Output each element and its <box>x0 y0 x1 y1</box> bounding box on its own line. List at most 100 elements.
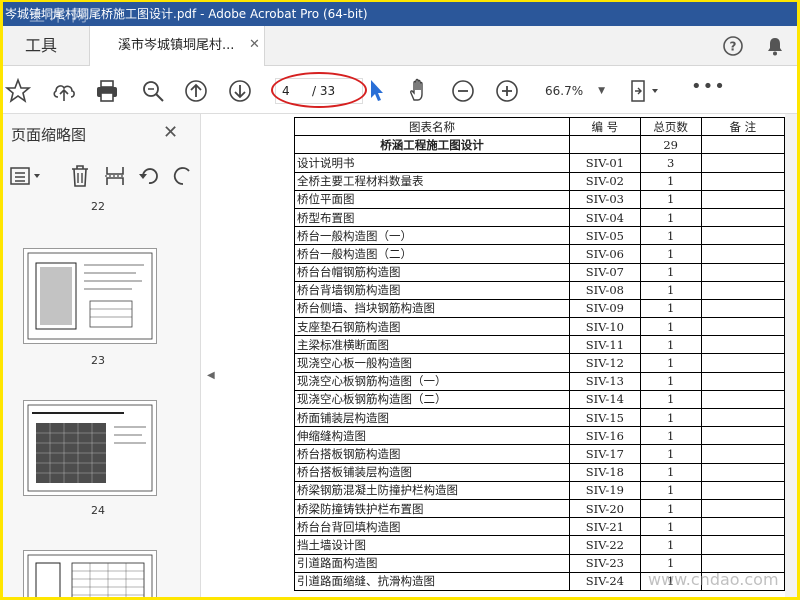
drawing-notes <box>700 280 785 300</box>
trash-icon[interactable] <box>69 164 91 188</box>
drawing-name: 桥面铺装层构造图 <box>293 407 571 428</box>
table-row: 桥梁钢筋混凝土防撞护栏构造图 SIV-19 1 <box>293 480 785 500</box>
collapse-panel-icon[interactable]: ◀ <box>207 370 215 381</box>
drawing-code: SIV-11 <box>569 335 641 355</box>
drawing-notes <box>700 153 785 173</box>
drawing-name: 引道路面构造图 <box>293 553 571 573</box>
zoom-search-icon[interactable] <box>140 78 166 104</box>
drawing-pages: 3 <box>639 153 702 173</box>
site-watermark: www.cndao.com <box>648 570 779 589</box>
table-row: 桥型布置图 SIV-04 1 <box>293 207 785 228</box>
page-up-icon[interactable] <box>183 78 209 104</box>
tab-tools[interactable]: 工具 <box>3 26 89 66</box>
drawing-pages: 1 <box>639 517 702 537</box>
drawing-pages: 1 <box>639 207 702 228</box>
select-cursor-icon[interactable] <box>369 78 385 102</box>
drawing-name: 桥台搭板钢筋构造图 <box>293 444 571 464</box>
drawing-name: 现浇空心板钢筋构造图（二） <box>293 389 571 410</box>
zoom-dropdown[interactable]: 66.7% ▼ <box>539 80 611 102</box>
drawing-pages: 1 <box>639 298 702 319</box>
drawing-notes <box>700 207 785 228</box>
header-notes: 备 注 <box>700 116 785 137</box>
close-icon[interactable]: ✕ <box>163 122 178 143</box>
drawing-code: SIV-14 <box>569 389 641 410</box>
drawing-notes <box>700 189 785 209</box>
drawing-name: 设计说明书 <box>293 153 571 173</box>
page-down-icon[interactable] <box>227 78 253 104</box>
toolbar: 4 / 33 66.7% ▼ ••• <box>3 66 797 114</box>
table-row: 现浇空心板钢筋构造图（二） SIV-14 1 <box>293 389 785 410</box>
print-icon[interactable] <box>94 78 120 104</box>
svg-text:?: ? <box>730 40 737 54</box>
rotate-right-icon[interactable] <box>171 164 193 188</box>
drawing-notes <box>700 389 785 410</box>
drawing-code: SIV-20 <box>569 498 641 519</box>
drawing-name: 引道路面缩缝、抗滑构造图 <box>293 571 571 591</box>
hand-icon[interactable] <box>406 78 432 104</box>
close-icon[interactable]: ✕ <box>249 38 263 52</box>
document-view[interactable]: 图表名称 编 号 总页数 备 注 桥涵工程施工图设计 29 设计说明书 SIV-0… <box>217 114 785 597</box>
page-thumbnail[interactable] <box>23 248 157 344</box>
drawing-pages: 1 <box>639 335 702 355</box>
table-row: 挡土墙设计图 SIV-22 1 <box>293 535 785 555</box>
drawing-name: 桥台侧墙、挡块钢筋构造图 <box>293 298 571 319</box>
drawing-code: SIV-05 <box>569 226 641 246</box>
zoom-out-icon[interactable] <box>450 78 476 104</box>
drawing-code: SIV-21 <box>569 517 641 537</box>
title-watermark: 土 木 网 <box>29 6 88 25</box>
rotate-left-icon[interactable] <box>137 164 161 188</box>
table-row: 桥台一般构造图（一） SIV-05 1 <box>293 226 785 246</box>
drawing-pages: 1 <box>639 498 702 519</box>
drawing-code: SIV-12 <box>569 353 641 373</box>
options-menu-icon[interactable] <box>9 164 45 188</box>
drawing-pages: 1 <box>639 426 702 446</box>
table-row: 桥台搭板铺装层构造图 SIV-18 1 <box>293 462 785 482</box>
vertical-scrollbar[interactable] <box>785 114 797 597</box>
bell-icon[interactable] <box>764 35 786 57</box>
drawing-code: SIV-23 <box>569 553 641 573</box>
drawing-name: 桥台一般构造图（一） <box>293 226 571 246</box>
cloud-upload-icon[interactable] <box>51 78 77 104</box>
drawing-pages: 1 <box>639 371 702 391</box>
extract-pages-icon[interactable] <box>103 164 127 188</box>
header-code: 编 号 <box>569 116 641 137</box>
drawing-code: SIV-01 <box>569 153 641 173</box>
table-row: 桥台台帽钢筋构造图 SIV-07 1 <box>293 262 785 282</box>
zoom-in-icon[interactable] <box>494 78 520 104</box>
drawing-name: 支座垫石钢筋构造图 <box>293 317 571 337</box>
page-thumbnail[interactable] <box>23 550 157 597</box>
drawing-name: 桥梁防撞铸铁护栏布置图 <box>293 498 571 519</box>
drawing-code: SIV-10 <box>569 317 641 337</box>
section-row: 桥涵工程施工图设计 29 <box>293 135 785 155</box>
drawing-code: SIV-18 <box>569 462 641 482</box>
drawing-code: SIV-09 <box>569 298 641 319</box>
drawing-name: 桥型布置图 <box>293 207 571 228</box>
tab-document[interactable]: 溪市岑城镇垌尾村... <box>89 26 265 67</box>
thumb-label: 22 <box>91 200 105 213</box>
table-row: 桥面铺装层构造图 SIV-15 1 <box>293 407 785 428</box>
drawing-name: 伸缩缝构造图 <box>293 426 571 446</box>
more-icon[interactable]: ••• <box>691 78 725 100</box>
drawing-notes <box>700 353 785 373</box>
page-thumbnail[interactable] <box>23 400 157 496</box>
zoom-value: 66.7% <box>545 84 584 98</box>
drawing-code: SIV-17 <box>569 444 641 464</box>
table-row: 现浇空心板一般构造图 SIV-12 1 <box>293 353 785 373</box>
pdf-page: 图表名称 编 号 总页数 备 注 桥涵工程施工图设计 29 设计说明书 SIV-0… <box>217 114 785 597</box>
table-row: 桥台背墙钢筋构造图 SIV-08 1 <box>293 280 785 300</box>
drawing-name: 主梁标准横断面图 <box>293 335 571 355</box>
drawing-notes <box>700 462 785 482</box>
panel-title: 页面缩略图 <box>11 126 87 144</box>
drawing-name: 桥台一般构造图（二） <box>293 244 571 264</box>
star-icon[interactable] <box>5 78 31 104</box>
highlight-ellipse <box>271 72 367 108</box>
drawing-notes <box>700 371 785 391</box>
drawing-pages: 1 <box>639 244 702 264</box>
fit-page-icon[interactable] <box>628 78 662 104</box>
drawing-notes <box>700 535 785 555</box>
drawing-notes <box>700 317 785 337</box>
drawing-name: 桥台台帽钢筋构造图 <box>293 262 571 282</box>
drawing-code: SIV-03 <box>569 189 641 209</box>
help-icon[interactable]: ? <box>722 35 744 57</box>
drawing-pages: 1 <box>639 389 702 410</box>
